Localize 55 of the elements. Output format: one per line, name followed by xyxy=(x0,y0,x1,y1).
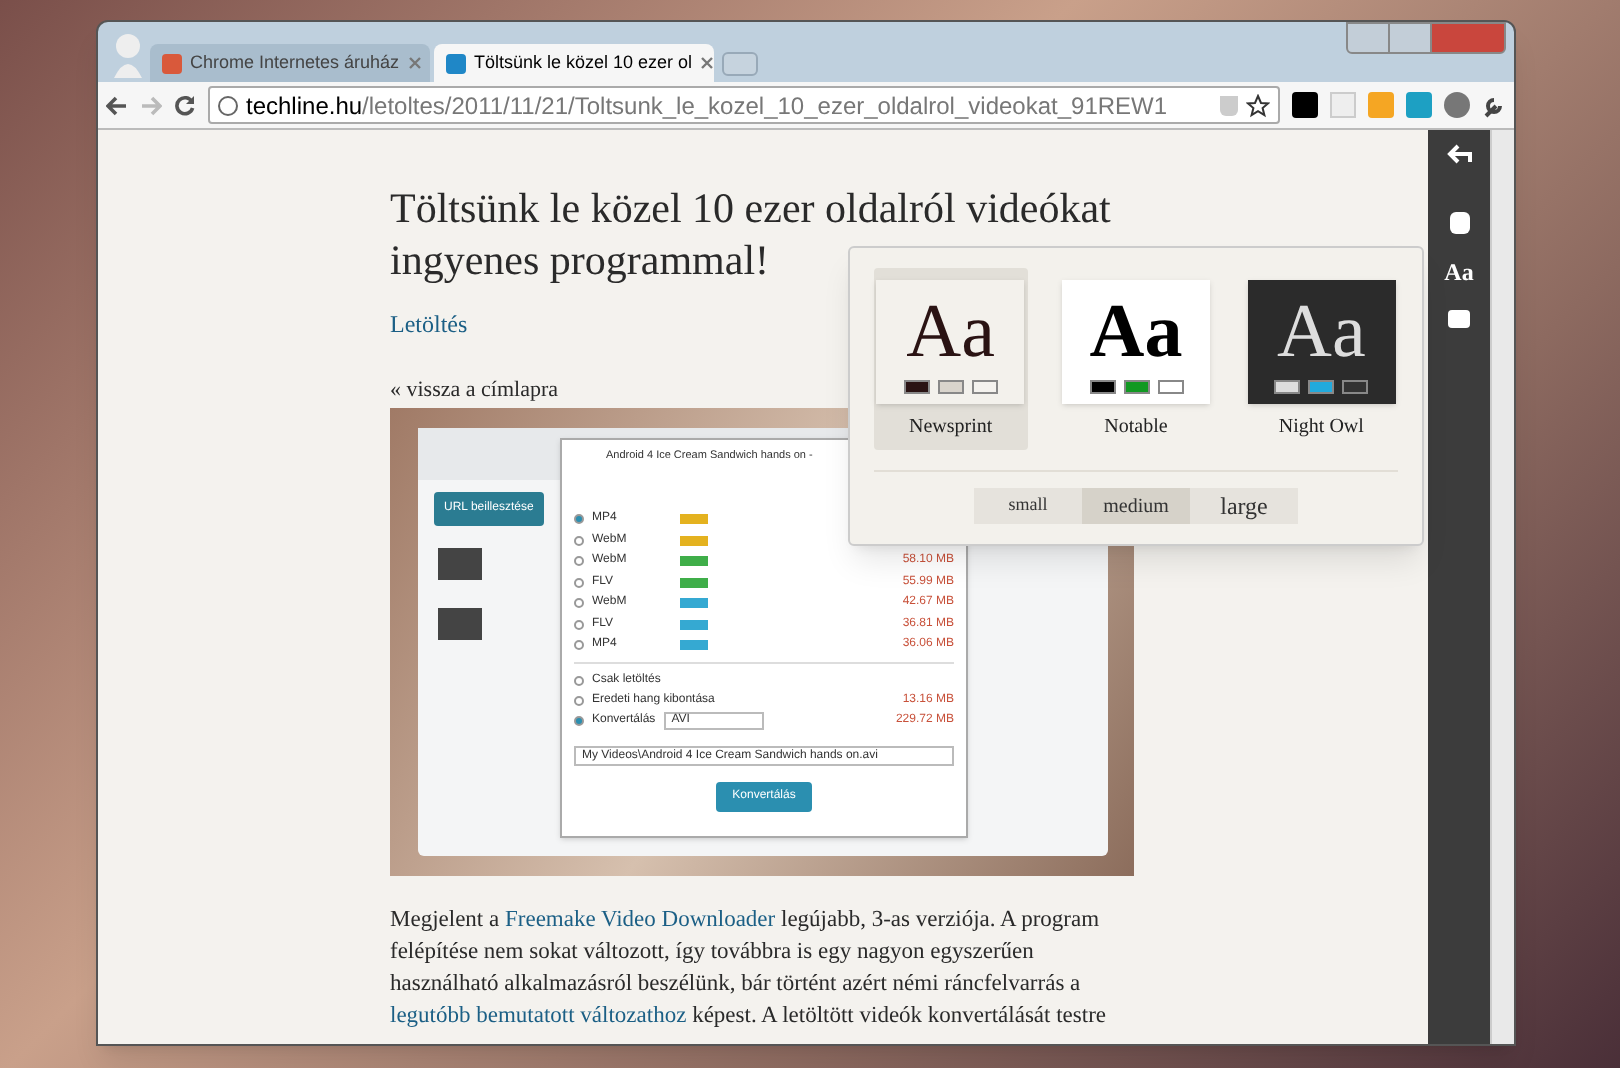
quality-tag-icon xyxy=(680,514,708,525)
user-silhouette-icon xyxy=(110,30,146,78)
article-link[interactable]: Freemake Video Downloader xyxy=(504,907,776,931)
video-thumbnail xyxy=(438,607,482,639)
close-icon[interactable] xyxy=(700,56,715,70)
theme-sample-text: Aa xyxy=(1277,291,1366,371)
extension-icon[interactable] xyxy=(1292,92,1318,118)
forward-arrow-icon[interactable] xyxy=(140,95,162,115)
font-size-option[interactable]: small xyxy=(974,488,1082,524)
quality-tag-icon xyxy=(680,535,708,546)
extension-icon[interactable] xyxy=(1444,92,1470,118)
favicon-icon xyxy=(446,53,466,73)
globe-icon xyxy=(218,95,238,115)
quality-tag-icon xyxy=(680,556,708,567)
close-icon[interactable] xyxy=(407,56,422,70)
theme-option[interactable]: Aa Newsprint xyxy=(874,268,1028,450)
radio-button[interactable] xyxy=(574,535,584,546)
radio-button[interactable] xyxy=(574,514,584,525)
radio-button[interactable] xyxy=(574,715,584,725)
address-bar[interactable]: techline.hu/letoltes/2011/11/21/Toltsunk_le_kozel_10_ezer_oldalrol_videokat_91REW1 xyxy=(208,86,1280,124)
radio-button[interactable] xyxy=(574,640,584,651)
tab-title: Chrome Internetes áruház xyxy=(190,49,400,76)
video-thumbnail xyxy=(438,547,482,579)
wrench-icon[interactable] xyxy=(1482,93,1506,117)
article-link[interactable]: legutóbb bemutatott változathoz xyxy=(390,1003,687,1027)
radio-button[interactable] xyxy=(574,675,584,685)
browser-tab[interactable]: Chrome Internetes áruház xyxy=(150,44,430,82)
browser-tab[interactable]: Töltsünk le közel 10 ezer ol xyxy=(434,44,714,82)
favicon-icon xyxy=(162,53,182,73)
article-paragraph: Megjelent a Freemake Video Downloader legújabb, 3-as verziója. A program felépítése nem sokat változott, így továbbra is egy nagyon egyszerűen használható alkalmazásról beszélünk, bár történt azért némi ráncfelvarrás a legutóbb bemutatott változathoz képest. A letöltött videók konvertálását testre xyxy=(390,905,1109,1031)
quality-tag-icon xyxy=(680,640,708,651)
quality-tag-icon xyxy=(680,619,708,630)
reload-icon[interactable] xyxy=(174,94,196,116)
minimize-button[interactable] xyxy=(1346,22,1390,54)
theme-sample-text: Aa xyxy=(1089,291,1183,371)
radio-button[interactable] xyxy=(574,577,584,588)
tab-title: Töltsünk le közel 10 ezer ol xyxy=(474,49,693,76)
theme-option[interactable]: Aa Night Owl xyxy=(1244,268,1399,450)
theme-name: Notable xyxy=(1104,414,1168,442)
star-icon[interactable] xyxy=(1246,93,1270,117)
back-arrow-icon[interactable] xyxy=(106,95,128,115)
font-size-option[interactable]: medium xyxy=(1082,488,1190,524)
quality-tag-icon xyxy=(680,577,708,588)
theme-name: Newsprint xyxy=(909,414,993,442)
radio-button[interactable] xyxy=(574,619,584,630)
radio-button[interactable] xyxy=(574,695,584,705)
font-settings-button[interactable]: Aa xyxy=(1444,254,1474,290)
quality-tag-icon xyxy=(680,598,708,609)
maximize-button[interactable] xyxy=(1390,22,1430,54)
font-size-option[interactable]: large xyxy=(1190,488,1298,524)
radio-button[interactable] xyxy=(574,598,584,609)
radio-button[interactable] xyxy=(574,556,584,567)
theme-sample-text: Aa xyxy=(906,291,995,371)
url-text: techline.hu/letoltes/2011/11/21/Toltsunk_le_kozel_10_ezer_oldalrol_videokat_91REW1 xyxy=(246,89,1170,123)
theme-name: Night Owl xyxy=(1278,414,1364,442)
